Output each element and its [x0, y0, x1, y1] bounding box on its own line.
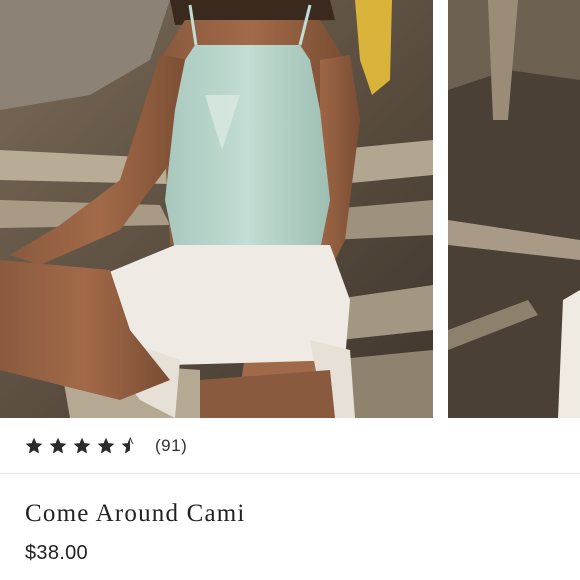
product-name: Come Around Cami [25, 500, 246, 527]
gallery-gap [433, 0, 448, 418]
product-image-next[interactable] [448, 0, 580, 418]
star-full-icon [49, 437, 67, 454]
star-full-icon [25, 437, 43, 454]
image-gallery[interactable] [0, 0, 580, 418]
product-photo-next-illustration [448, 0, 580, 418]
product-price: $38.00 [25, 542, 88, 564]
product-photo-illustration [0, 0, 433, 418]
product-image-main[interactable] [0, 0, 433, 418]
star-full-icon [73, 437, 91, 454]
star-half-icon [121, 437, 134, 454]
review-count[interactable]: (91) [155, 436, 187, 456]
star-rating [24, 436, 140, 456]
star-full-icon [97, 437, 115, 454]
rating-row[interactable]: (91) [0, 418, 580, 474]
